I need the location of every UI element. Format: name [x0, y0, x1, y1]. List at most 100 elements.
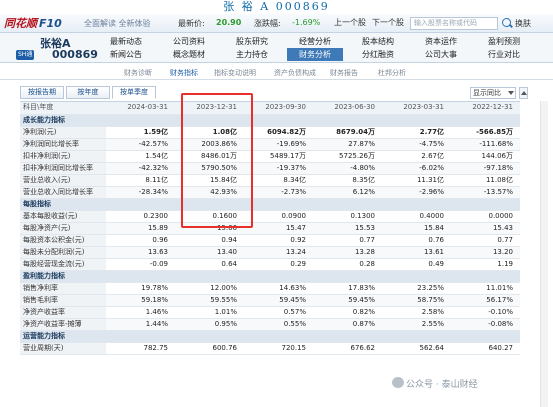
header-subtitle: 全面解读 全新体验 [84, 19, 151, 28]
table-cell: 11.01% [451, 282, 520, 295]
table-cell: 0.77 [313, 234, 382, 247]
connect-badge: SH通 [16, 50, 35, 60]
row-label[interactable]: 每股净资产(元) [20, 222, 106, 235]
watermark-text: 公众号 · 泰山财经 [406, 380, 478, 390]
table-row: 基本每股收益(元) 0.2300 0.1600 0.0900 0.1300 0.4000 0… [20, 210, 520, 223]
row-label[interactable]: 销售毛利率 [20, 294, 106, 307]
table-cell: -42.57% [106, 138, 175, 151]
nav-item[interactable]: 股东研究 [224, 35, 280, 48]
table-cell: 0.95% [175, 318, 244, 331]
nav-item[interactable]: 公司大事 [413, 48, 469, 61]
nav-item[interactable]: 公司资料 [161, 35, 217, 48]
nav-item[interactable]: 经营分析 [287, 35, 343, 48]
top-header: 同花顺 F10 全面解读 全新体验 最新价: 20.90 涨跌幅: -1.69% … [0, 14, 553, 33]
row-label[interactable]: 净资产收益率 [20, 306, 106, 319]
row-label[interactable]: 扣非净利润(元) [20, 150, 106, 163]
table-cell: 15.47 [244, 222, 313, 235]
prev-stock-button[interactable]: 上一个股 [334, 17, 366, 29]
table-row: 净资产收益率 1.46% 1.01% 0.57% 0.82% 2.58% -0.10% [20, 306, 520, 319]
company-navbar: 张裕A SH通 000869 最新动态 公司资料 股东研究 经营分析 股本结构 资本运作盈… [0, 33, 553, 63]
nav-item[interactable]: 概念题材 [161, 48, 217, 61]
nav-item[interactable]: 分红融资 [350, 48, 406, 61]
table-cell: -19.37% [244, 162, 313, 175]
table-row: 每股净资产(元) 15.89 15.66 15.47 15.53 15.84 15.43 [20, 222, 520, 235]
table-cell: 13.61 [382, 246, 451, 259]
vertical-scrollbar[interactable] [540, 101, 548, 407]
chevron-down-icon[interactable] [508, 91, 514, 95]
row-label[interactable]: 每股资本公积金(元) [20, 234, 106, 247]
report-tab[interactable]: 按报告期 [20, 86, 64, 99]
table-cell: 27.87% [313, 138, 382, 151]
nav-item[interactable]: 行业对比 [476, 48, 532, 61]
table-cell: 11.31亿 [382, 174, 451, 187]
table-cell: 2003.86% [175, 138, 244, 151]
table-cell: 15.84 [382, 222, 451, 235]
subtab-item[interactable]: 资产负债构成 [274, 68, 316, 78]
table-cell: 1.44% [106, 318, 175, 331]
row-label[interactable]: 基本每股收益(元) [20, 210, 106, 223]
skin-switch-button[interactable]: 换肤 [515, 18, 531, 29]
nav-item[interactable]: 财务分析 [287, 48, 343, 61]
row-label[interactable]: 销售净利率 [20, 282, 106, 295]
table-cell: -566.85万 [451, 126, 520, 139]
table-cell: 0.49 [382, 258, 451, 271]
table-cell: 144.06万 [451, 150, 520, 163]
row-label[interactable]: 营业总收入同比增长率 [20, 186, 106, 199]
latest-price: 20.90 [216, 18, 242, 27]
table-cell: 0.1600 [175, 210, 244, 223]
nav-item[interactable]: 新闻公告 [98, 48, 154, 61]
stock-code: 000869 [52, 48, 98, 61]
row-label[interactable]: 每股未分配利润(元) [20, 246, 106, 259]
row-label[interactable]: 净利润同比增长率 [20, 138, 106, 151]
table-cell: 13.20 [451, 246, 520, 259]
section-title: 每股指标 [20, 198, 520, 211]
table-cell: 6.12% [313, 186, 382, 199]
subtab-item[interactable]: 杜邦分析 [378, 68, 406, 78]
subtab-item[interactable]: 指标变动说明 [214, 68, 256, 78]
table-cell: -4.80% [313, 162, 382, 175]
latest-price-label: 最新价: [178, 19, 205, 28]
subtab-item[interactable]: 财务指标 [170, 68, 198, 78]
nav-item[interactable]: 最新动态 [98, 35, 154, 48]
subtab-item[interactable]: 财务报告 [330, 68, 358, 78]
table-row: 每股经营现金流(元) -0.09 0.64 0.29 0.28 0.49 1.19 [20, 258, 520, 271]
table-cell: 1.08亿 [175, 126, 244, 139]
table-section-row: 盈利能力指标 [20, 270, 520, 283]
table-cell: -2.73% [244, 186, 313, 199]
search-icon[interactable] [502, 18, 511, 27]
nav-item[interactable]: 股本结构 [350, 35, 406, 48]
table-row: 扣非净利润(元) 1.54亿 8486.01万 5489.17万 5725.26万 2.6… [20, 150, 520, 163]
table-cell: 676.62 [313, 342, 382, 355]
report-tab[interactable]: 按单季度 [112, 86, 156, 99]
nav-item[interactable]: 主力持仓 [224, 48, 280, 61]
table-cell: 0.76 [382, 234, 451, 247]
table-cell: 0.4000 [382, 210, 451, 223]
table-cell: 1.01% [175, 306, 244, 319]
scroll-up-icon[interactable] [519, 87, 528, 99]
row-label[interactable]: 每股经营现金流(元) [20, 258, 106, 271]
row-label[interactable]: 扣非净利润同比增长率 [20, 162, 106, 175]
finance-subtabs: 财务诊断 财务指标 指标变动说明 资产负债构成 财务报告 杜邦分析 [0, 64, 553, 80]
table-cell: 0.0000 [451, 210, 520, 223]
table-row: 营业总收入同比增长率 -28.34% 42.93% -2.73% 6.12% -2.96%… [20, 186, 520, 199]
table-cell: -6.02% [382, 162, 451, 175]
report-tab[interactable]: 按年度 [66, 86, 110, 99]
table-row: 每股未分配利润(元) 13.63 13.40 13.24 13.28 13.61 13.20 [20, 246, 520, 259]
table-cell: 0.1300 [313, 210, 382, 223]
table-cell: 0.55% [244, 318, 313, 331]
row-label[interactable]: 净资产收益率-摊薄 [20, 318, 106, 331]
subtab-item[interactable]: 财务诊断 [124, 68, 152, 78]
table-cell: 562.64 [382, 342, 451, 355]
row-label[interactable]: 营业周期(天) [20, 342, 106, 355]
table-row: 扣非净利润同比增长率 -42.32% 5790.50% -19.37% -4.80% -6… [20, 162, 520, 175]
row-label[interactable]: 营业总收入(元) [20, 174, 106, 187]
nav-item[interactable]: 资本运作 [413, 35, 469, 48]
row-label[interactable]: 净利润(元) [20, 126, 106, 139]
search-input[interactable]: 输入股票名称或代码 [410, 17, 498, 30]
table-cell: 13.24 [244, 246, 313, 259]
nav-item[interactable]: 盈利预测 [476, 35, 532, 48]
table-cell: -97.18% [451, 162, 520, 175]
table-cell: 11.08亿 [451, 174, 520, 187]
table-cell: 13.28 [313, 246, 382, 259]
next-stock-button[interactable]: 下一个股 [372, 17, 404, 29]
